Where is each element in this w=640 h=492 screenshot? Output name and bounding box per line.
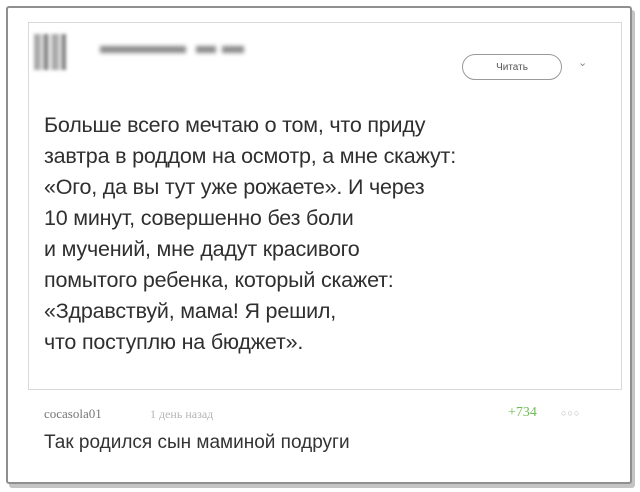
comment-timestamp: 1 день назад <box>150 407 214 421</box>
post-text-line: «Здравствуй, мама! Я решил, <box>44 299 337 323</box>
post-text-line: Больше всего мечтаю о том, что приду <box>44 113 426 137</box>
avatar[interactable] <box>34 34 66 70</box>
comment-score: +734 <box>508 405 537 420</box>
more-icon[interactable]: ○○○ <box>561 408 580 418</box>
post-text: Больше всего мечтаю о том, что приду зав… <box>44 110 600 358</box>
comment-text: Так родился сын маминой подруги <box>44 432 350 453</box>
chevron-down-icon[interactable]: ⌄ <box>578 56 587 69</box>
post-text-line: завтра в роддом на осмотр, а мне скажут: <box>44 144 456 168</box>
post-text-line: что поступлю на бюджет». <box>44 330 304 354</box>
post-text-line: 10 минут, совершенно без боли <box>44 206 354 230</box>
post-text-line: и мучений, мне дадут красивого <box>44 237 360 261</box>
post-text-line: «Ого, да вы тут уже рожаете». И через <box>44 175 425 199</box>
comment-username[interactable]: cocasola01 <box>44 406 102 422</box>
post-text-line: помытого ребенка, который скажет: <box>44 268 394 292</box>
blurred-username-part <box>222 46 244 53</box>
read-button-label: Читать <box>496 61 528 73</box>
blurred-username-part <box>196 46 216 53</box>
blurred-username[interactable] <box>100 46 186 53</box>
read-button[interactable]: Читать <box>462 54 562 80</box>
